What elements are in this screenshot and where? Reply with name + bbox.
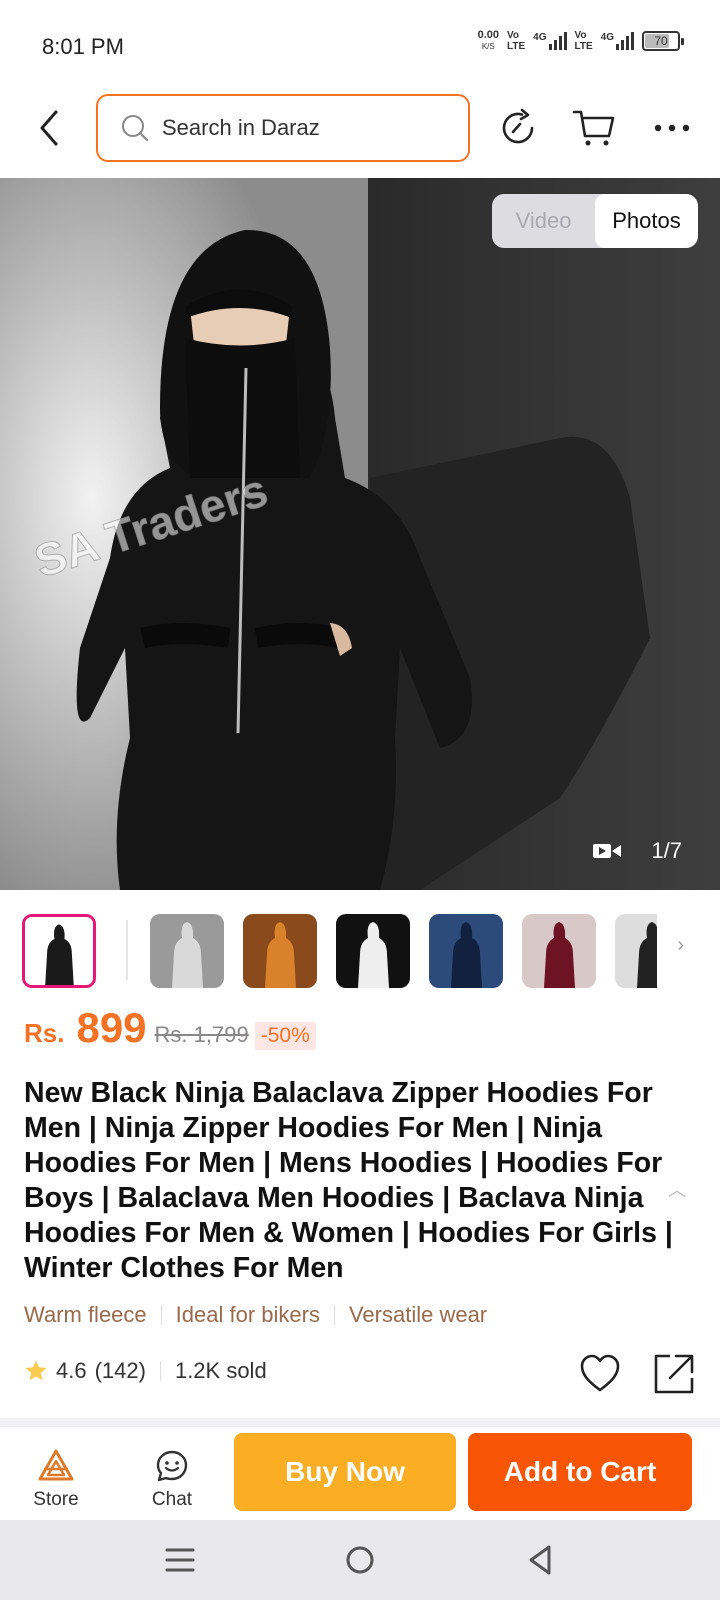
shopping-cart-icon	[572, 110, 615, 146]
current-price: 899	[76, 1004, 147, 1051]
star-icon	[25, 1360, 47, 1381]
video-tab[interactable]: Video	[492, 194, 595, 248]
bottom-action-bar: Store Chat Buy Now Add to Cart	[0, 1426, 720, 1520]
product-photo: SA Traders	[0, 178, 720, 890]
more-dots-icon	[654, 124, 690, 132]
image-index: 1/7	[651, 838, 682, 863]
thumbnail-strip: ›	[0, 904, 720, 988]
status-icons: 0.00 K/S Vo LTE 4G Vo LTE 4G 70	[477, 29, 684, 52]
network-speed: 0.00 K/S	[477, 29, 499, 52]
feature-tag: Warm fleece	[24, 1302, 147, 1327]
buy-now-button[interactable]: Buy Now	[234, 1433, 456, 1511]
history-button[interactable]	[496, 106, 540, 150]
status-bar: 8:01 PM 0.00 K/S Vo LTE 4G Vo LTE 4G 70	[0, 0, 720, 90]
thumbnail-5[interactable]	[429, 914, 503, 988]
sim2-lte-label: Vo LTE	[574, 30, 593, 52]
sold-count: 1.2K sold	[174, 1358, 267, 1383]
thumbnail-image	[243, 914, 317, 988]
chat-icon	[156, 1450, 188, 1482]
system-navigation-bar	[0, 1520, 720, 1600]
search-icon	[122, 115, 148, 141]
sim1-lte-label: Vo LTE	[507, 30, 526, 52]
thumbnail-image	[429, 914, 503, 988]
thumbnail-2[interactable]	[150, 914, 224, 988]
menu-lines-icon	[165, 1548, 195, 1572]
store-logo-icon	[38, 1449, 74, 1481]
review-count: (142)	[94, 1358, 146, 1383]
back-button[interactable]	[30, 108, 70, 148]
store-label: Store	[33, 1489, 79, 1510]
thumbnail-1[interactable]	[22, 914, 96, 988]
sim1-signal-icon: 4G	[533, 32, 567, 50]
thumbnail-6[interactable]	[522, 914, 596, 988]
thumbnail-7[interactable]	[615, 914, 657, 988]
share-icon	[654, 1354, 694, 1394]
currency: Rs.	[24, 1018, 65, 1048]
price-row: Rs. 899 Rs. 1,799 -50%	[24, 1004, 316, 1054]
thumbnail-image	[336, 914, 410, 988]
product-title: New Black Ninja Balaclava Zipper Hoodies…	[24, 1077, 673, 1284]
back-triangle-icon	[529, 1545, 551, 1575]
rating-row[interactable]: 4.6 (142) 1.2K sold	[24, 1358, 267, 1384]
chevron-right-icon[interactable]: ›	[677, 934, 684, 957]
heart-icon	[580, 1354, 620, 1392]
more-options-button[interactable]	[650, 106, 694, 150]
share-button[interactable]	[652, 1352, 696, 1396]
home-button[interactable]	[340, 1542, 380, 1578]
back-arrow-icon	[40, 110, 58, 146]
thumbnail-image	[615, 914, 657, 988]
product-image-gallery[interactable]: SA Traders Video Photos 1/7	[0, 178, 720, 890]
feature-tags: Warm fleece Ideal for bikers Versatile w…	[24, 1302, 487, 1328]
thumbnail-divider	[126, 920, 128, 980]
wishlist-button[interactable]	[578, 1352, 622, 1396]
status-time: 8:01 PM	[42, 34, 124, 59]
original-price: Rs. 1,799	[154, 1022, 249, 1047]
chat-button[interactable]: Chat	[132, 1435, 212, 1511]
thumbnail-image	[150, 914, 224, 988]
system-back-button[interactable]	[520, 1542, 560, 1578]
home-circle-icon	[346, 1546, 374, 1574]
thumbnail-3[interactable]	[243, 914, 317, 988]
thumbnail-image	[25, 917, 93, 985]
add-to-cart-button[interactable]: Add to Cart	[468, 1433, 692, 1511]
sim2-signal-icon: 4G	[601, 32, 634, 50]
recent-apps-button[interactable]	[160, 1542, 200, 1578]
top-navigation: Search in Daraz	[0, 90, 720, 178]
battery-icon: 70	[642, 31, 684, 51]
rating-value: 4.6	[56, 1358, 87, 1383]
thumbnail-image	[522, 914, 596, 988]
discount-badge: -50%	[254, 1022, 316, 1050]
chevron-up-icon[interactable]: ︿	[668, 1176, 686, 1202]
rating-divider	[159, 1361, 161, 1381]
thumbnail-4[interactable]	[336, 914, 410, 988]
store-button[interactable]: Store	[16, 1435, 96, 1511]
feature-divider	[160, 1305, 162, 1325]
refresh-icon	[502, 108, 534, 144]
media-toggle: Video Photos	[492, 194, 698, 248]
search-placeholder: Search in Daraz	[162, 115, 320, 140]
feature-tag: Ideal for bikers	[175, 1302, 320, 1327]
search-input[interactable]: Search in Daraz	[96, 94, 470, 162]
feature-tag: Versatile wear	[348, 1302, 488, 1327]
photos-tab[interactable]: Photos	[595, 194, 698, 248]
video-camera-icon	[593, 844, 622, 858]
chat-label: Chat	[151, 1489, 193, 1510]
image-counter: 1/7	[593, 838, 682, 864]
cart-button[interactable]	[572, 106, 616, 150]
feature-divider	[333, 1305, 335, 1325]
